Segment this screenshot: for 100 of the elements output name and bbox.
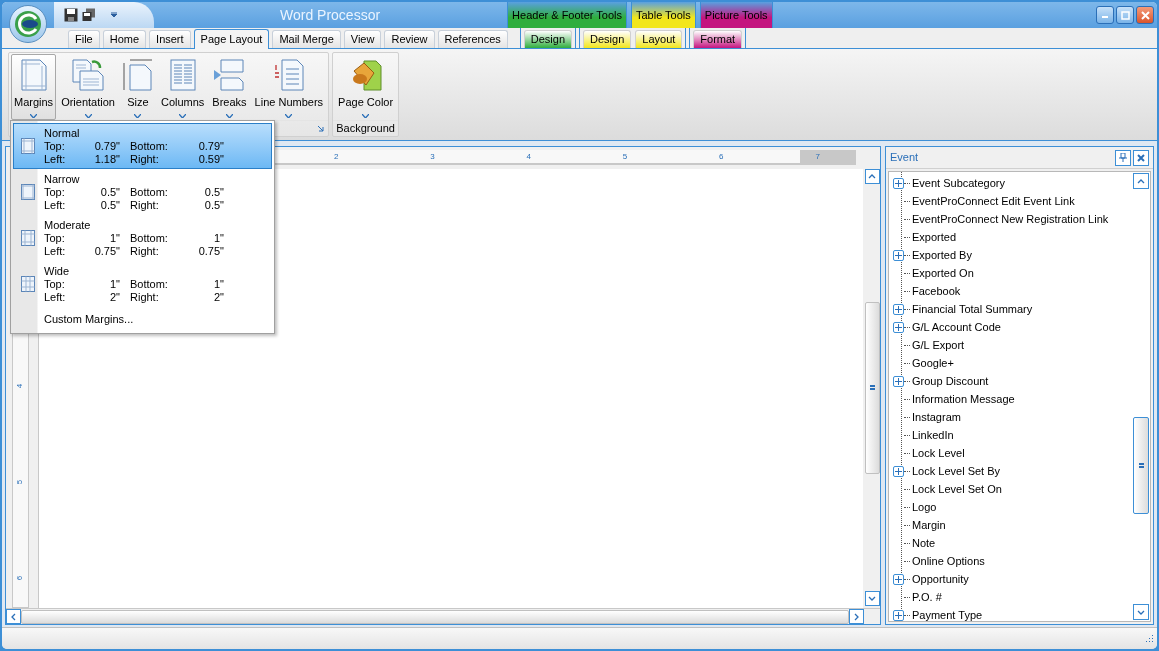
expand-button[interactable] (893, 177, 904, 189)
minimize-button[interactable] (1096, 6, 1114, 24)
tree-item[interactable]: EventProConnect New Registration Link (912, 210, 1109, 228)
margin-value: 2" (108, 290, 120, 304)
close-button[interactable] (1136, 6, 1154, 24)
chevron-right-icon (854, 612, 859, 621)
tree-item[interactable]: G/L Account Code (912, 318, 1001, 336)
margin-label: Right: (130, 244, 160, 258)
tree-item[interactable]: Financial Total Summary (912, 300, 1033, 318)
margin-preset-name: Moderate (44, 218, 92, 232)
tree-item[interactable]: Online Options (912, 552, 985, 570)
ribbon-tab[interactable]: File (68, 30, 100, 48)
tree-item[interactable]: Google+ (912, 354, 954, 372)
tree-item[interactable]: Logo (912, 498, 937, 516)
margin-label: Top: (44, 139, 66, 153)
chevron-up-icon (1137, 178, 1145, 184)
ribbon-tab[interactable]: Mail Merge (272, 30, 341, 48)
tree-item[interactable]: Lock Level (912, 444, 965, 462)
vertical-scrollbar[interactable] (1132, 172, 1150, 621)
ribbon-tab[interactable]: References (437, 30, 508, 48)
tree-item[interactable]: Exported (912, 228, 957, 246)
plus-icon (895, 611, 902, 619)
ribbon-button[interactable]: Columns (157, 54, 208, 120)
margin-preset-name: Wide (44, 264, 71, 278)
expand-button[interactable] (893, 249, 904, 261)
ribbon-button[interactable]: Margins (11, 54, 57, 120)
numbered-lines-icon (273, 59, 304, 91)
tree-item[interactable]: P.O. # (912, 588, 942, 606)
caret-icon (225, 113, 233, 118)
maximize-button[interactable] (1116, 6, 1134, 24)
tree-item[interactable]: LinkedIn (912, 426, 954, 444)
expand-button[interactable] (893, 375, 904, 387)
chevron-down-icon (868, 596, 876, 601)
caret-icon (285, 113, 293, 118)
pin-button[interactable] (1115, 149, 1131, 166)
page-margins-icon (20, 59, 47, 91)
save-all-icon[interactable] (82, 8, 96, 22)
plus-icon (895, 251, 902, 259)
tree-item[interactable]: Opportunity (912, 570, 969, 588)
margin-label: Right: (130, 152, 160, 166)
ribbon-tab[interactable]: Insert (149, 30, 191, 48)
margin-label: Bottom: (130, 185, 169, 199)
group-label: Background (336, 121, 395, 137)
tree-item[interactable]: Note (912, 534, 936, 552)
tree-item[interactable]: Lock Level Set On (912, 480, 1002, 498)
tree-item[interactable]: G/L Export (912, 336, 965, 354)
tree-item[interactable]: Information Message (912, 390, 1015, 408)
ribbon-button[interactable]: Breaks (209, 54, 250, 120)
ribbon-tab[interactable]: Layout (635, 30, 683, 48)
margin-value: 1" (108, 231, 120, 245)
save-icon[interactable] (64, 8, 78, 22)
expand-button[interactable] (893, 303, 904, 315)
context-group-title: Picture Tools (700, 2, 772, 28)
ribbon-tab[interactable]: Design (523, 30, 573, 48)
tree-item[interactable]: Group Discount (912, 372, 989, 390)
margin-preset-name: Narrow (44, 172, 81, 186)
margin-label: Bottom: (130, 277, 169, 291)
ribbon-tab[interactable]: Review (384, 30, 435, 48)
expand-button[interactable] (893, 573, 904, 585)
margin-value: 0.75" (197, 244, 224, 258)
margin-value: 1.18" (93, 152, 120, 166)
horizontal-scrollbar[interactable] (6, 608, 880, 624)
tree-item[interactable]: Facebook (912, 282, 961, 300)
tree-item[interactable]: Exported By (912, 246, 972, 264)
menu-item[interactable]: Normal Top: 0.79" Bottom: 0.79" Left: 1.18" Right: 0.59" (13, 123, 272, 169)
expand-button[interactable] (893, 465, 904, 477)
tree-item[interactable]: Exported On (912, 264, 974, 282)
ribbon-tab[interactable]: Format (693, 30, 743, 48)
tree-item[interactable]: Instagram (912, 408, 961, 426)
tree-item[interactable]: Lock Level Set By (912, 462, 1001, 480)
caret-icon (179, 113, 187, 118)
margins-icon (21, 184, 35, 200)
ribbon-button[interactable]: Size (119, 54, 156, 120)
margin-preset-name: Normal (44, 126, 81, 140)
tree-item[interactable]: Payment Type (912, 606, 983, 621)
tree-item[interactable]: Margin (912, 516, 946, 534)
ribbon-tab[interactable]: Page Layout (193, 29, 270, 49)
ribbon-tab[interactable]: View (343, 30, 382, 48)
plus-icon (895, 467, 902, 475)
plus-icon (895, 305, 902, 313)
page-columns-icon (169, 59, 196, 91)
page-break-icon (213, 59, 246, 91)
chevron-left-icon (11, 612, 16, 621)
plus-icon (895, 323, 902, 331)
expand-button[interactable] (893, 321, 904, 333)
resize-grip-icon[interactable] (1144, 633, 1154, 644)
ribbon-tab[interactable]: Home (102, 30, 147, 48)
margin-value: 1" (212, 277, 224, 291)
dropdown-arrow-icon[interactable] (110, 12, 118, 18)
ribbon-button[interactable]: Line Numbers (251, 54, 327, 120)
close-button[interactable] (1133, 149, 1149, 166)
panel-title: Event (890, 150, 920, 166)
ribbon-tab[interactable]: Design (583, 30, 632, 48)
tree-item[interactable]: Event Subcategory (912, 174, 1005, 192)
tree-item[interactable]: EventProConnect Edit Event Link (912, 192, 1075, 210)
expand-button[interactable] (893, 609, 904, 621)
rotated-pages-icon (72, 59, 105, 91)
dialog-launcher-icon[interactable] (317, 125, 325, 132)
ribbon-button[interactable]: Orientation (58, 54, 118, 120)
ribbon-button[interactable]: Page Color (335, 54, 397, 120)
